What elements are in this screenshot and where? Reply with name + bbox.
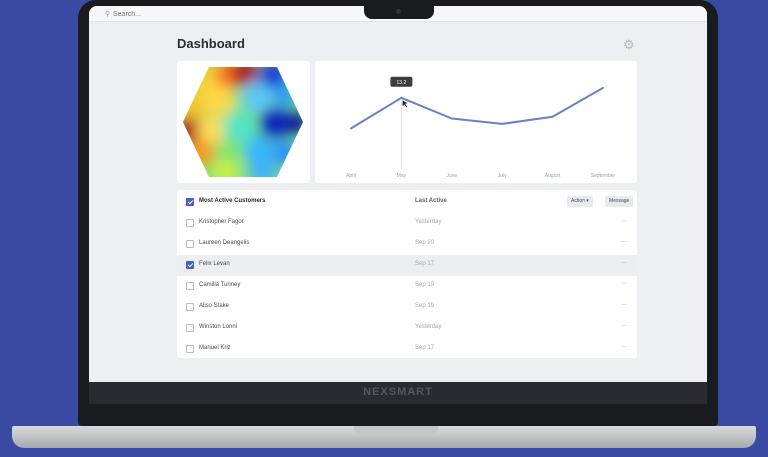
data-point[interactable]	[400, 96, 403, 99]
customer-name: Winston Lonni	[199, 324, 238, 330]
last-active-date: Sep 19	[415, 282, 435, 288]
more-icon[interactable]: ···	[621, 300, 627, 309]
customer-name: Manuel Kriz	[199, 345, 231, 351]
screen: ⚲ Dashboard ⚙	[89, 6, 707, 382]
more-icon[interactable]: ···	[621, 342, 627, 351]
customer-name: Laureen Deangelis	[199, 240, 250, 246]
x-tick-label: August	[545, 173, 561, 179]
customer-name: Aliso Stake	[199, 303, 230, 309]
select-all-checkbox[interactable]	[186, 198, 194, 206]
data-point[interactable]	[350, 127, 352, 130]
gear-icon[interactable]: ⚙	[623, 37, 635, 53]
table-row[interactable]: Kristopher Fagor Yesterday ···	[177, 213, 637, 234]
column-header-name: Most Active Customers	[199, 198, 266, 204]
row-checkbox[interactable]	[186, 282, 194, 290]
customer-name: Kristopher Fagor	[199, 219, 244, 225]
camera-icon	[396, 9, 401, 14]
table-row[interactable]: Aliso Stake Sep 19 ···	[177, 297, 637, 318]
chevron-down-icon: ▾	[586, 198, 589, 204]
table-row[interactable]: Laureen Deangelis Sep 20 ···	[177, 234, 637, 255]
data-point[interactable]	[501, 122, 504, 125]
row-checkbox[interactable]	[186, 240, 194, 248]
customer-name: Felix Levan	[199, 261, 230, 267]
more-icon[interactable]: ···	[621, 279, 627, 288]
series-line	[350, 87, 604, 130]
row-checkbox[interactable]	[186, 324, 194, 332]
customer-name: Camilla Tunney	[199, 282, 241, 288]
base-notch	[354, 426, 438, 434]
search-icon[interactable]: ⚲	[105, 10, 110, 18]
row-checkbox[interactable]	[186, 261, 194, 269]
table-row[interactable]: Manuel Kriz Sep 17 ···	[177, 339, 637, 360]
last-active-date: Sep 20	[415, 240, 435, 246]
more-icon[interactable]: ···	[621, 321, 627, 330]
last-active-date: Yesterday	[415, 324, 442, 330]
tooltip-value: 13.2	[397, 80, 407, 86]
table-row[interactable]: Winston Lonni Yesterday ···	[177, 318, 637, 339]
x-tick-label: April	[346, 173, 356, 179]
row-checkbox[interactable]	[186, 219, 194, 227]
laptop-base	[12, 426, 756, 448]
last-active-date: Sep 17	[415, 261, 435, 267]
more-icon[interactable]: ···	[621, 237, 627, 246]
table-row[interactable]: Camilla Tunney Sep 19 ···	[177, 276, 637, 297]
row-checkbox[interactable]	[186, 345, 194, 353]
data-point[interactable]	[602, 86, 604, 89]
action-button[interactable]: Action ▾	[567, 196, 593, 207]
x-tick-label: July	[498, 173, 507, 179]
x-tick-label: September	[591, 173, 616, 179]
camera-notch	[364, 4, 434, 19]
table-row[interactable]: Felix Levan Sep 17 ···	[177, 255, 637, 276]
action-button-label: Action	[571, 198, 585, 204]
customers-table: Most Active Customers Last Active Action…	[177, 190, 637, 358]
bottom-bezel: NEXSMART	[89, 382, 707, 404]
last-active-date: Yesterday	[415, 219, 442, 225]
line-chart: April May June July August September 13.2	[346, 76, 616, 179]
message-button[interactable]: Message	[605, 196, 634, 207]
last-active-date: Sep 17	[415, 345, 435, 351]
line-chart-card: April May June July August September 13.2	[315, 61, 637, 183]
data-point[interactable]	[551, 115, 554, 118]
x-tick-label: June	[446, 173, 457, 179]
more-icon[interactable]: ···	[621, 258, 627, 267]
x-tick-label: May	[397, 173, 407, 179]
table-header-row: Most Active Customers Last Active Action…	[177, 192, 637, 213]
page-title: Dashboard	[177, 36, 245, 51]
row-checkbox[interactable]	[186, 303, 194, 311]
more-icon[interactable]: ···	[621, 216, 627, 225]
search-input[interactable]	[113, 8, 313, 20]
brand-logo: NEXSMART	[363, 386, 433, 398]
data-point[interactable]	[450, 117, 453, 120]
last-active-date: Sep 19	[415, 303, 435, 309]
heatmap-card	[177, 61, 310, 183]
hexagon-heatmap	[183, 67, 303, 177]
column-header-last-active: Last Active	[415, 198, 447, 204]
